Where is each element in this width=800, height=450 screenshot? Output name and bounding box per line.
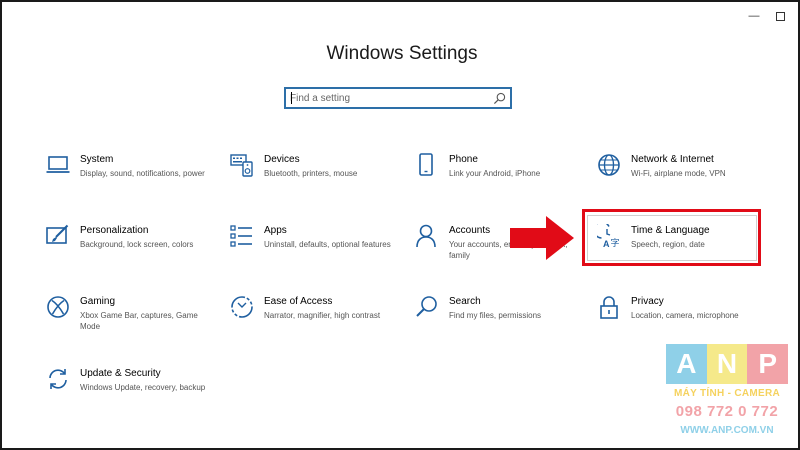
minimize-button[interactable]: —: [742, 6, 766, 26]
page-title: Windows Settings: [326, 43, 478, 64]
anp-watermark: A N P MÁY TÍNH - CAMERA 098 772 0 772 WW…: [666, 344, 789, 444]
tile-description: Display, sound, notifications, power: [80, 169, 205, 178]
magnifier-icon: [416, 296, 437, 317]
tile-name: Devices: [264, 154, 300, 165]
tile-name: Search: [449, 296, 481, 307]
tile-name: Update & Security: [80, 368, 161, 379]
paint-monitor-icon: [46, 224, 69, 244]
tile-apps[interactable]: Apps Uninstall, defaults, optional featu…: [230, 224, 400, 279]
tile-personalization[interactable]: Personalization Background, lock screen,…: [46, 224, 216, 279]
tile-description: Wi-Fi, airplane mode, VPN: [631, 169, 726, 178]
tile-name: Ease of Access: [264, 296, 333, 307]
tile-gaming[interactable]: Gaming Xbox Game Bar, captures, Game Mod…: [46, 295, 216, 350]
watermark-url: WWW.ANP.COM.VN: [680, 425, 774, 436]
tile-name: Personalization: [80, 225, 149, 236]
tile-phone[interactable]: Phone Link your Android, iPhone: [415, 153, 585, 208]
tile-name: Gaming: [80, 296, 116, 307]
tile-network-internet[interactable]: Network & Internet Wi-Fi, airplane mode,…: [597, 153, 767, 208]
watermark-logo: A N P: [666, 344, 789, 384]
lock-icon: [600, 296, 618, 319]
tile-ease-of-access[interactable]: Ease of Access Narrator, magnifier, high…: [230, 295, 400, 350]
tile-description: Xbox Game Bar, captures, Game Mode: [80, 311, 198, 331]
highlight-box: [582, 209, 761, 266]
watermark-letter: A: [666, 344, 707, 384]
watermark-letter: N: [706, 344, 748, 384]
tile-name: Privacy: [631, 296, 664, 307]
tile-name: Network & Internet: [631, 154, 714, 165]
sync-arrows-icon: [49, 369, 67, 389]
tile-name: Apps: [264, 225, 287, 236]
tile-update-security[interactable]: Update & Security Windows Update, recove…: [46, 367, 216, 422]
tile-description: Link your Android, iPhone: [449, 169, 541, 178]
apps-list-icon: [230, 225, 252, 247]
search-input[interactable]: [290, 89, 490, 107]
text-caret: [291, 92, 292, 104]
settings-window: — Windows Settings System Display, sound…: [0, 0, 800, 450]
tile-description: Find my files, permissions: [449, 311, 542, 320]
tile-system[interactable]: System Display, sound, notifications, po…: [46, 153, 216, 208]
tile-description: Background, lock screen, colors: [80, 240, 194, 249]
maximize-button[interactable]: [768, 6, 792, 26]
tile-description: Windows Update, recovery, backup: [80, 383, 206, 392]
ease-of-access-icon: [231, 296, 253, 318]
laptop-icon: [46, 156, 70, 173]
tile-description: Bluetooth, printers, mouse: [264, 169, 358, 178]
xbox-icon: [47, 296, 69, 318]
title-bar: —: [678, 2, 798, 32]
watermark-letter: P: [747, 344, 789, 384]
tile-description: Narrator, magnifier, high contrast: [264, 311, 381, 320]
tile-name: System: [80, 154, 114, 165]
maximize-icon: [775, 11, 785, 21]
search-icon[interactable]: [493, 92, 506, 105]
globe-icon: [598, 154, 620, 176]
tile-name: Phone: [449, 154, 478, 165]
keyboard-speaker-icon: [230, 154, 253, 177]
tile-privacy[interactable]: Privacy Location, camera, microphone: [597, 295, 767, 350]
search-box[interactable]: [284, 87, 512, 109]
watermark-phone: 098 772 0 772: [675, 403, 779, 420]
person-icon: [416, 224, 436, 248]
tile-name: Accounts: [449, 225, 491, 236]
phone-icon: [419, 153, 433, 176]
tile-devices[interactable]: Devices Bluetooth, printers, mouse: [230, 153, 400, 208]
watermark-subtitle: MÁY TÍNH - CAMERA: [673, 388, 781, 399]
tile-search[interactable]: Search Find my files, permissions: [415, 295, 585, 350]
tile-description: Uninstall, defaults, optional features: [264, 240, 391, 249]
red-arrow-icon: [510, 216, 574, 260]
tile-description: Location, camera, microphone: [631, 311, 739, 320]
